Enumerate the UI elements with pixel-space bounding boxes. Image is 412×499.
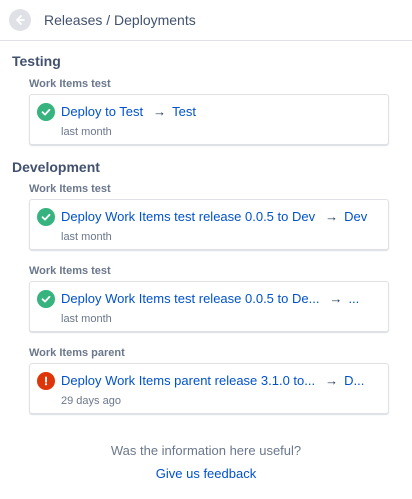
environment-name: D... (344, 373, 365, 388)
arrow-right-icon: → (153, 104, 167, 119)
deployment-name[interactable]: Deploy Work Items test release 0.0.5 to … (61, 208, 315, 226)
deployment-card[interactable]: Deploy to Test → Test last month (29, 94, 389, 145)
back-button[interactable] (9, 9, 31, 31)
deployment-time: last month (61, 231, 112, 243)
environment-name: Test (172, 104, 196, 119)
feedback-question: Was the information here useful? (110, 443, 302, 458)
feedback-link-wrapper: Give us feedback (0, 466, 412, 482)
deployment-name[interactable]: Deploy to Test (61, 103, 143, 121)
arrow-right-icon: → (329, 291, 343, 306)
deployment-time: 29 days ago (61, 395, 121, 407)
deployment-name[interactable]: Deploy Work Items test release 0.0.5 to … (61, 290, 319, 308)
arrow-right-icon: → (325, 373, 339, 388)
environment-name: Dev (344, 209, 368, 224)
deployment-time: last month (61, 313, 112, 325)
section-title-development: Development (12, 159, 100, 175)
deployment-time: last month (61, 126, 112, 138)
deployment-card[interactable]: Deploy Work Items test release 0.0.5 to … (29, 281, 389, 332)
arrow-right-icon: → (325, 209, 339, 224)
section-title-testing: Testing (12, 53, 61, 69)
error-circle-icon (37, 372, 55, 390)
check-circle-icon (37, 290, 55, 308)
group-label: Work Items test (29, 183, 111, 195)
deployment-card[interactable]: Deploy Work Items parent release 3.1.0 t… (29, 363, 389, 414)
deployment-card[interactable]: Deploy Work Items test release 0.0.5 to … (29, 199, 389, 250)
give-feedback-link[interactable]: Give us feedback (156, 466, 256, 481)
environment-name: ... (348, 291, 360, 306)
arrow-left-icon (16, 15, 25, 25)
group-label: Work Items parent (29, 347, 125, 359)
page-title: Releases / Deployments (44, 12, 196, 28)
check-circle-icon (37, 208, 55, 226)
group-label: Work Items test (29, 78, 111, 90)
group-label: Work Items test (29, 265, 111, 277)
check-circle-icon (37, 103, 55, 121)
deployment-name[interactable]: Deploy Work Items parent release 3.1.0 t… (61, 372, 315, 390)
header: Releases / Deployments (0, 0, 412, 41)
